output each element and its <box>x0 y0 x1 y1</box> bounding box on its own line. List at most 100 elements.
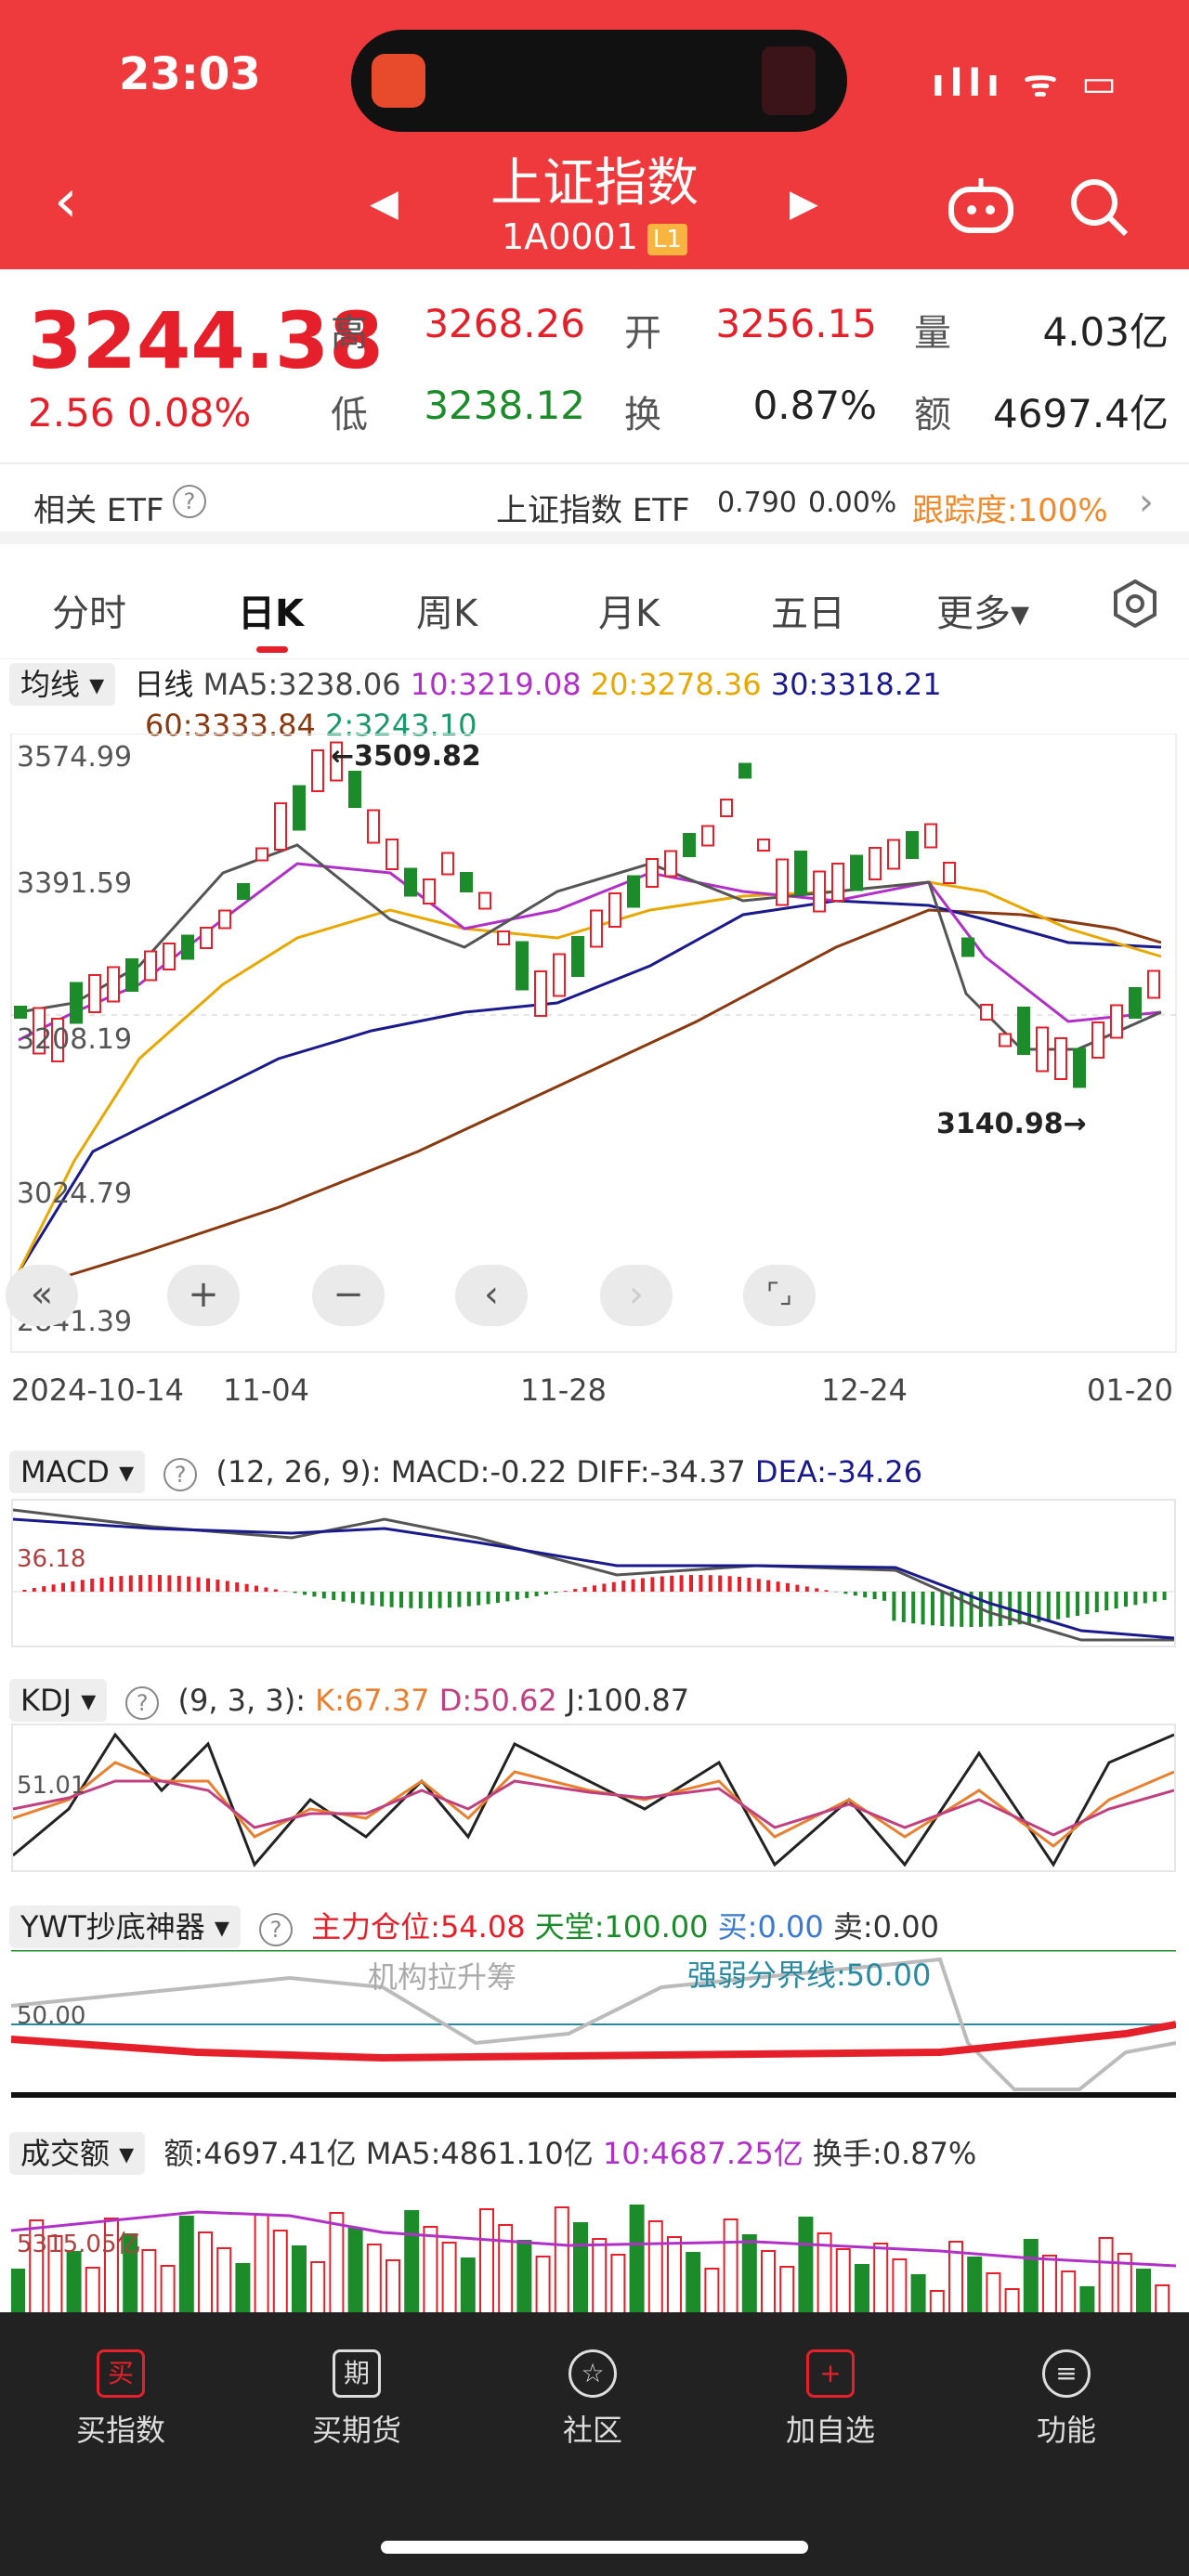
help-icon[interactable]: ? <box>258 1913 293 1946</box>
tab-monthly[interactable]: 月K <box>598 583 660 637</box>
y-label-3: 3208.19 <box>17 1023 133 1056</box>
macd-bar <box>138 1575 143 1592</box>
amount-turnover: 换手:0.87% <box>812 2136 977 2171</box>
kdj-dropdown[interactable]: KDJ ▾ <box>9 1679 108 1722</box>
ywt-boundary: 强弱分界线:50.00 <box>687 1958 932 1993</box>
community-button[interactable]: ☆ 社区 <box>518 2349 667 2450</box>
macd-bar <box>477 1592 481 1606</box>
macd-bar <box>795 1584 800 1592</box>
add-watchlist-button[interactable]: + 加自选 <box>756 2349 905 2450</box>
community-icon: ☆ <box>568 2349 617 2398</box>
turnover-label: 换 <box>624 394 661 436</box>
add-watchlist-label: 加自选 <box>785 2413 875 2448</box>
macd-bar <box>283 1591 288 1592</box>
macd-bar <box>786 1582 790 1592</box>
macd-header: MACD ▾? (12, 26, 9): MACD:-0.22 DIFF:-34… <box>9 1451 922 1493</box>
help-icon[interactable]: ? <box>125 1686 160 1720</box>
macd-bar <box>351 1592 355 1604</box>
tab-daily[interactable]: 日K <box>238 583 304 637</box>
scroll-left-button[interactable]: ‹ <box>455 1265 528 1326</box>
candle <box>348 771 361 808</box>
etf-pct: 0.00% <box>808 487 897 519</box>
macd-bar <box>51 1584 56 1592</box>
zoom-in-button[interactable]: + <box>167 1265 240 1326</box>
macd-bar <box>99 1577 104 1592</box>
macd-bar <box>660 1576 664 1592</box>
ywt-header: YWT抄底神器 ▾? 主力仓位:54.08 天堂:100.00 买:0.00 卖… <box>9 1906 939 1948</box>
tab-more[interactable]: 更多▾ <box>936 583 1029 637</box>
collapse-button[interactable]: « <box>6 1265 78 1326</box>
buy-index-button[interactable]: 买 买指数 <box>46 2349 195 2450</box>
macd-bar <box>602 1583 607 1592</box>
candle <box>423 878 436 904</box>
macd-bar <box>438 1592 442 1608</box>
tab-intraday[interactable]: 分时 <box>52 583 126 637</box>
help-icon[interactable]: ? <box>173 485 206 518</box>
macd-bar <box>273 1589 278 1592</box>
settings-icon[interactable] <box>1109 578 1161 633</box>
macd-bar <box>128 1575 133 1592</box>
scroll-right-button[interactable]: › <box>600 1265 673 1326</box>
volume-bar <box>629 2205 645 2326</box>
macd-bar <box>1027 1592 1031 1624</box>
indicator-dropdown[interactable]: 均线 ▾ <box>9 663 116 706</box>
macd-bar <box>593 1585 596 1592</box>
community-label: 社区 <box>562 2413 622 2448</box>
macd-bar <box>457 1592 462 1607</box>
help-icon[interactable]: ? <box>163 1458 198 1491</box>
macd-bar <box>389 1592 394 1607</box>
macd-bar <box>882 1592 886 1601</box>
ywt-axis: 50.00 <box>17 2002 86 2030</box>
macd-bar <box>892 1592 896 1621</box>
macd-bar <box>370 1592 374 1606</box>
etf-tracking: 跟踪度:100% <box>912 492 1108 529</box>
zoom-out-button[interactable]: − <box>312 1265 385 1326</box>
open-label: 开 <box>624 312 661 355</box>
bottom-action-bar: 买 买指数 期 买期货 ☆ 社区 + 加自选 ≡ 功能 <box>0 2312 1189 2576</box>
functions-label: 功能 <box>1036 2413 1096 2448</box>
amount-dropdown[interactable]: 成交额 ▾ <box>9 2132 146 2175</box>
macd-bar <box>544 1592 548 1595</box>
macd-params: (12, 26, 9): <box>216 1454 382 1490</box>
j-value: J:100.87 <box>566 1683 690 1718</box>
volume-bar <box>723 2218 738 2326</box>
candle <box>906 831 919 859</box>
robot-icon[interactable] <box>946 176 1016 251</box>
search-icon[interactable] <box>1068 176 1130 253</box>
macd-bar <box>611 1581 616 1592</box>
volume-bar <box>798 2217 814 2326</box>
candle <box>516 941 529 991</box>
candle <box>311 749 324 792</box>
macd-bar <box>1056 1592 1061 1620</box>
candle <box>163 943 176 970</box>
main-position: 主力仓位:54.08 <box>311 1909 526 1945</box>
tab-five-day[interactable]: 五日 <box>771 583 845 637</box>
amount-panel[interactable] <box>10 2177 1177 2327</box>
candle <box>1036 1026 1049 1073</box>
ywt-dropdown[interactable]: YWT抄底神器 ▾ <box>9 1906 241 1948</box>
related-etf-row[interactable]: 相关 ETF ? 上证指数 ETF 0.790 0.00% 跟踪度:100% › <box>0 466 1189 544</box>
tab-weekly[interactable]: 周K <box>416 583 477 637</box>
period-tabs: 分时 日K 周K 月K 五日 更多▾ <box>0 557 1189 659</box>
buy-futures-button[interactable]: 期 买期货 <box>282 2349 431 2450</box>
etf-label: 相关 ETF <box>33 492 164 529</box>
low-value: 3238.12 <box>424 383 585 428</box>
macd-bar <box>418 1592 423 1608</box>
macd-bar <box>312 1592 317 1597</box>
macd-bar <box>1017 1592 1022 1625</box>
candle <box>88 974 101 1013</box>
fullscreen-button[interactable]: ⌜⌟ <box>743 1265 816 1326</box>
ywt-panel[interactable] <box>10 1948 1177 2099</box>
macd-bar <box>61 1582 65 1592</box>
candle <box>831 863 844 902</box>
functions-button[interactable]: ≡ 功能 <box>992 2349 1141 2450</box>
macd-dropdown[interactable]: MACD ▾ <box>9 1451 146 1493</box>
macd-bar <box>824 1590 829 1592</box>
kdj-panel[interactable] <box>11 1724 1176 1872</box>
amount-label: 额 <box>914 394 951 436</box>
ma10-value: 10:3219.08 <box>410 667 581 702</box>
macd-panel[interactable] <box>11 1499 1176 1647</box>
volume-bar <box>479 2208 494 2326</box>
macd-bar <box>255 1585 258 1592</box>
macd-bar <box>244 1583 249 1592</box>
